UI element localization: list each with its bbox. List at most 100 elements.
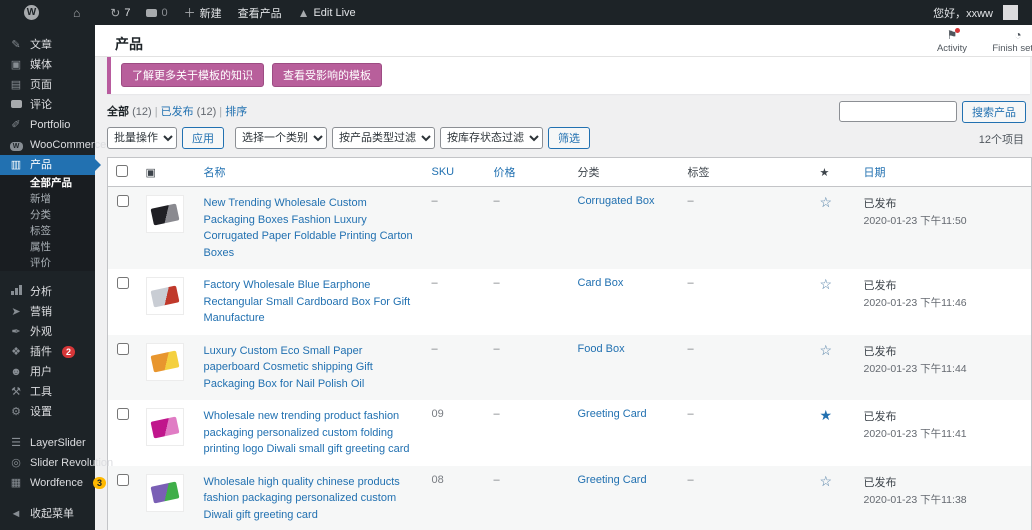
wp-logo-menu[interactable]: W [16, 0, 47, 25]
sidebar-sub-reviews[interactable]: 评价 [0, 255, 95, 271]
featured-star[interactable]: ☆ [820, 473, 833, 489]
sidebar-item-pages[interactable]: ▤ 页面 [0, 75, 95, 95]
product-thumbnail[interactable] [146, 474, 184, 512]
product-name-link[interactable]: New Trending Wholesale Custom Packaging … [204, 195, 416, 261]
sidebar-item-comments[interactable]: 评论 [0, 95, 95, 115]
name-column-header[interactable]: 名称 [196, 158, 424, 187]
product-name-link[interactable]: Factory Wholesale Blue Earphone Rectangu… [204, 277, 416, 327]
sidebar-item-products[interactable]: ▥ 产品 [0, 155, 95, 175]
learn-more-templates-button[interactable]: 了解更多关于模板的知识 [121, 63, 264, 87]
category-column-header: 分类 [570, 158, 680, 187]
sidebar-item-appearance[interactable]: ✒ 外观 [0, 322, 95, 342]
featured-star[interactable]: ★ [820, 407, 833, 423]
product-name-link[interactable]: Wholesale high quality chinese products … [204, 474, 416, 524]
sidebar-item-posts[interactable]: ✎ 文章 [0, 35, 95, 55]
activity-button[interactable]: ⚑ Activity [924, 28, 980, 54]
finish-setup-button[interactable]: ◔ Finish setup [990, 28, 1032, 54]
sidebar-item-media[interactable]: ▣ 媒体 [0, 55, 95, 75]
sku-column-header[interactable]: SKU [424, 158, 486, 187]
date-column-header[interactable]: 日期 [856, 158, 1032, 187]
sidebar-item-collapse-menu[interactable]: ◄ 收起菜单 [0, 504, 95, 524]
comments-icon [146, 9, 157, 17]
view-product-link[interactable]: 查看产品 [230, 0, 290, 25]
filter-button[interactable]: 筛选 [548, 127, 590, 149]
featured-star[interactable]: ☆ [820, 342, 833, 358]
category-link[interactable]: Greeting Card [578, 474, 647, 486]
date-cell: 已发布 2020-01-23 下午11:44 [856, 335, 1032, 401]
table-row: Wholesale new trending product fashion p… [108, 400, 1032, 466]
tags-cell: – [680, 466, 812, 530]
publish-status: 已发布 [864, 195, 1024, 211]
category-link[interactable]: Card Box [578, 277, 624, 289]
updates-link[interactable]: ↻ 7 [102, 0, 138, 25]
sidebar-item-plugins[interactable]: ❖ 插件 2 [0, 342, 95, 362]
row-checkbox[interactable] [117, 474, 129, 486]
collapse-menu-icon: ◄ [9, 507, 23, 521]
featured-star[interactable]: ☆ [820, 194, 833, 210]
sidebar-item-woocommerce[interactable]: W WooCommerce [0, 135, 95, 155]
tags-cell: – [680, 335, 812, 401]
product-thumbnail[interactable] [146, 195, 184, 233]
apply-button[interactable]: 应用 [182, 127, 224, 149]
category-filter-select[interactable]: 选择一个类别 [235, 127, 327, 149]
view-affected-templates-button[interactable]: 查看受影响的模板 [272, 63, 382, 87]
featured-star[interactable]: ☆ [820, 276, 833, 292]
sidebar-item-wordfence[interactable]: ▦ Wordfence 3 [0, 473, 95, 493]
page-title: 产品 [95, 25, 1032, 54]
sku-cell: – [424, 187, 486, 270]
sidebar-item-settings[interactable]: ⚙ 设置 [0, 402, 95, 422]
table-row: Wholesale high quality chinese products … [108, 466, 1032, 530]
publish-date: 2020-01-23 下午11:46 [864, 295, 1024, 310]
site-home-link[interactable]: ⌂ [65, 0, 88, 25]
sidebar-sub-attributes[interactable]: 属性 [0, 239, 95, 255]
sidebar-sub-add-new[interactable]: 新增 [0, 191, 95, 207]
row-checkbox[interactable] [117, 277, 129, 289]
row-checkbox[interactable] [117, 343, 129, 355]
select-all-cell [108, 158, 138, 187]
sidebar-sub-tags[interactable]: 标签 [0, 223, 95, 239]
sidebar-sub-all-products[interactable]: 全部产品 [0, 175, 95, 191]
sidebar-item-portfolio[interactable]: ✐ Portfolio [0, 115, 95, 135]
edit-live-link[interactable]: ▲ Edit Live [290, 0, 364, 25]
category-link[interactable]: Food Box [578, 343, 625, 355]
avatar [1003, 5, 1018, 20]
view-all-link[interactable]: 全部 [107, 106, 129, 118]
greeting-text: 您好，xxww [933, 5, 993, 21]
portfolio-icon: ✐ [9, 118, 23, 132]
layerslider-icon: ☰ [9, 436, 23, 450]
sidebar-item-slider-revolution[interactable]: ◎ Slider Revolution [0, 453, 95, 473]
comments-link[interactable]: 0 [138, 0, 175, 25]
publish-date: 2020-01-23 下午11:38 [864, 492, 1024, 507]
stock-status-filter-select[interactable]: 按库存状态过滤 [440, 127, 543, 149]
sidebar-item-tools[interactable]: ⚒ 工具 [0, 382, 95, 402]
category-link[interactable]: Greeting Card [578, 408, 647, 420]
row-checkbox[interactable] [117, 408, 129, 420]
product-name-link[interactable]: Wholesale new trending product fashion p… [204, 408, 416, 458]
sidebar-sub-categories[interactable]: 分类 [0, 207, 95, 223]
product-thumbnail[interactable] [146, 277, 184, 315]
product-thumbnail[interactable] [146, 343, 184, 381]
search-input[interactable] [839, 101, 957, 122]
activity-flag-icon: ⚑ [947, 28, 958, 43]
new-content-menu[interactable]: ＋ 新建 [176, 0, 230, 25]
search-products-button[interactable]: 搜索产品 [962, 101, 1026, 123]
select-all-checkbox[interactable] [116, 165, 128, 177]
category-link[interactable]: Corrugated Box [578, 195, 655, 207]
sidebar-item-users[interactable]: ☻ 用户 [0, 362, 95, 382]
finish-setup-pie-icon: ◔ [1014, 28, 1021, 43]
featured-column-header: ★ [812, 158, 856, 187]
row-checkbox[interactable] [117, 195, 129, 207]
sidebar-item-analytics[interactable]: 分析 [0, 282, 95, 302]
view-published-link[interactable]: 已发布 [161, 106, 194, 118]
template-notice: 了解更多关于模板的知识 查看受影响的模板 [107, 57, 1030, 94]
product-image [150, 203, 179, 225]
sidebar-item-layerslider[interactable]: ☰ LayerSlider [0, 433, 95, 453]
product-thumbnail[interactable] [146, 408, 184, 446]
product-name-link[interactable]: Luxury Custom Eco Small Paper paperboard… [204, 343, 416, 393]
price-column-header[interactable]: 价格 [486, 158, 570, 187]
sidebar-item-marketing[interactable]: ➤ 营销 [0, 302, 95, 322]
bulk-actions-select[interactable]: 批量操作 [107, 127, 177, 149]
view-sort-link[interactable]: 排序 [225, 106, 247, 118]
my-account-menu[interactable]: 您好，xxww [925, 5, 1026, 21]
product-type-filter-select[interactable]: 按产品类型过滤 [332, 127, 435, 149]
